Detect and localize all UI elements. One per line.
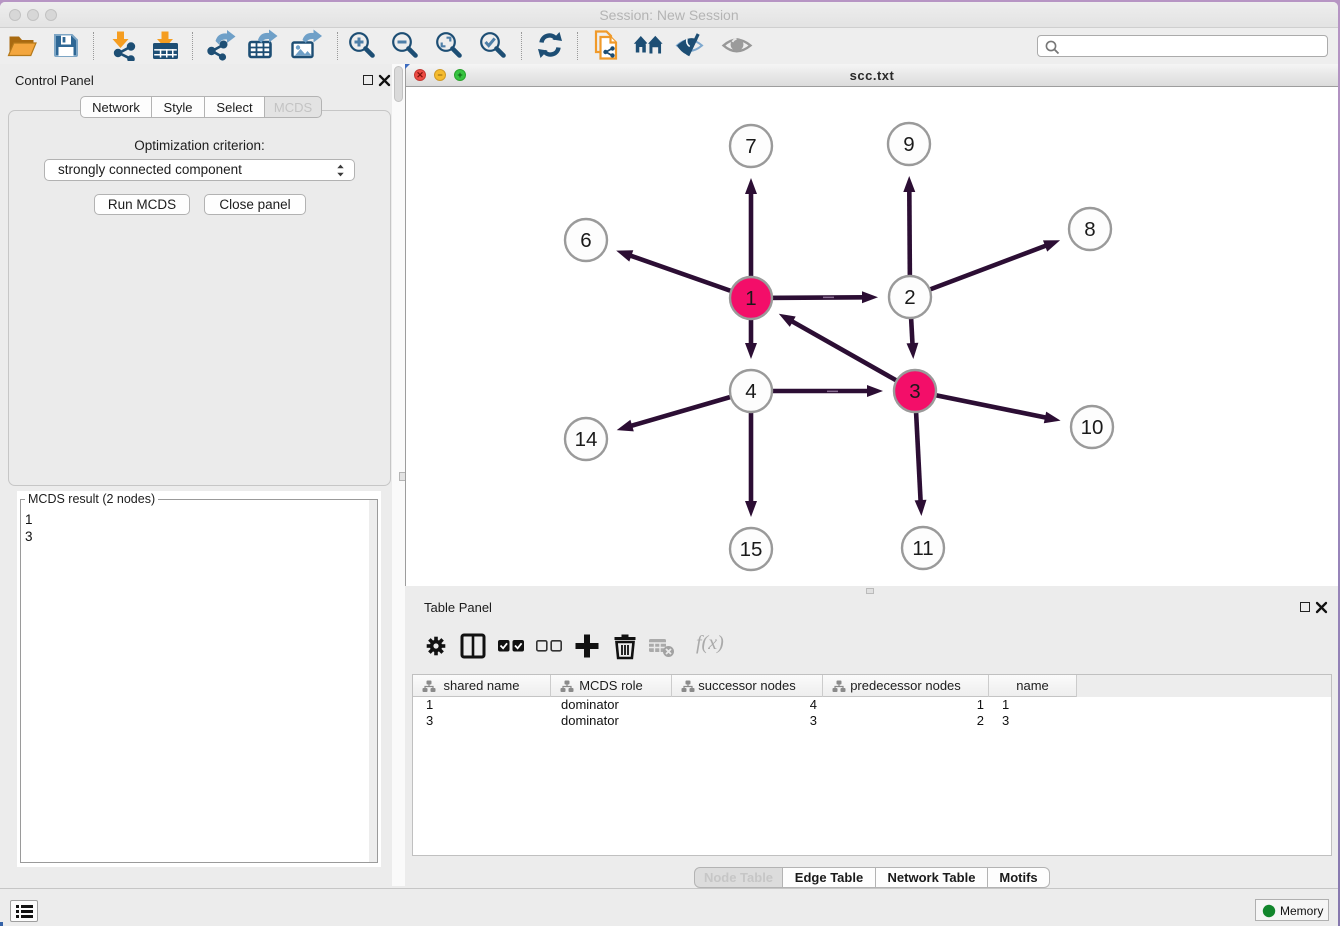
- svg-text:8: 8: [1084, 218, 1095, 241]
- svg-text:1: 1: [745, 287, 756, 310]
- svg-text:11: 11: [912, 537, 933, 560]
- svg-text:3: 3: [909, 380, 920, 403]
- svg-text:14: 14: [575, 428, 598, 451]
- svg-text:6: 6: [580, 229, 591, 252]
- svg-text:10: 10: [1081, 416, 1104, 439]
- svg-text:2: 2: [904, 286, 915, 309]
- svg-text:15: 15: [740, 538, 763, 561]
- svg-text:9: 9: [903, 133, 914, 156]
- svg-text:7: 7: [745, 135, 756, 158]
- svg-text:4: 4: [745, 380, 756, 403]
